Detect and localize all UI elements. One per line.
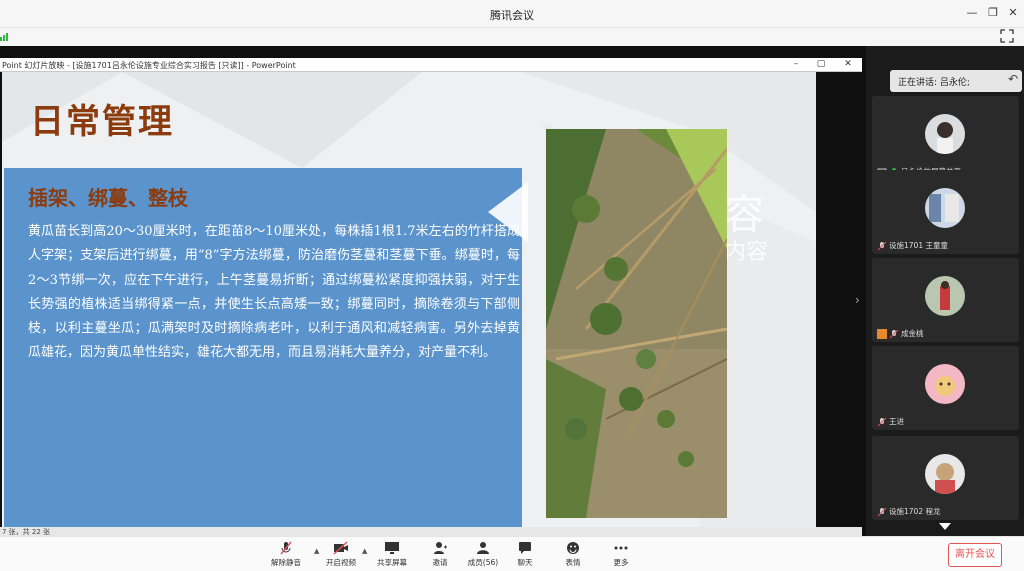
placeholder-text-small: 内容	[724, 240, 769, 265]
mic-off-icon	[877, 241, 887, 250]
more-button[interactable]: 更多	[608, 541, 634, 568]
more-icon	[614, 546, 628, 550]
ppt-minimize-icon[interactable]: –	[790, 58, 802, 71]
minimize-icon[interactable]: —	[964, 5, 980, 21]
video-off-icon	[333, 541, 348, 555]
cucumber-trellis-photo	[546, 129, 727, 518]
return-icon[interactable]: ↶	[1008, 72, 1018, 86]
mic-off-icon	[877, 417, 887, 426]
current-speaker-label: 正在讲话: 吕永伦;	[898, 78, 970, 88]
slide-body-text: 黄瓜苗长到高20～30厘米时，在距苗8～10厘米处，每株插1根1.7米左右的竹杆…	[28, 224, 520, 361]
participant-tile[interactable]: 王进	[872, 346, 1019, 430]
participant-name: 设施1701 王童童	[877, 240, 948, 251]
placeholder-text-large: 容	[724, 192, 764, 238]
user-avatar-icon	[877, 328, 887, 339]
avatar	[925, 188, 965, 228]
avatar	[925, 276, 965, 316]
powerpoint-window-bar: Point 幻灯片放映 - [设施1701吕永伦设施专业综合实习报告 [只读]]…	[0, 58, 862, 72]
meeting-info-bar	[0, 28, 1024, 46]
audio-options-caret[interactable]: ▲	[314, 547, 319, 555]
members-icon	[477, 542, 489, 554]
mic-off-icon	[877, 507, 887, 516]
ppt-restore-icon[interactable]: ▢	[815, 58, 827, 71]
share-screen-icon	[385, 542, 399, 554]
members-button[interactable]: 成员(56)	[464, 541, 502, 568]
slide-subheading: 插架、绑蔓、整枝	[28, 186, 188, 210]
mic-off-icon	[280, 541, 292, 555]
participant-tile[interactable]: 设施1702 程龙	[872, 436, 1019, 520]
shared-screen: Point 幻灯片放映 - [设施1701吕永伦设施专业综合实习报告 [只读]]…	[0, 46, 866, 536]
ppt-status-bar: 7 张，共 22 张	[0, 527, 862, 536]
slide: 日常管理 插架、绑蔓、整枝 黄瓜苗长到高20～30厘米时，在距苗8～10厘米处，…	[2, 72, 816, 527]
participant-name: 王进	[877, 416, 904, 427]
scroll-down-icon[interactable]	[939, 523, 951, 530]
meeting-toolbar: 解除静音 ▲ 开启视频 ▲ 共享屏幕 邀请 成员(56) 聊天 表情 更多 离开…	[0, 536, 1024, 571]
window-title: 腾讯会议	[490, 9, 534, 22]
participant-tile[interactable]: 吕永伦的屏幕共享	[872, 96, 1019, 180]
signal-icon	[0, 33, 8, 41]
leave-meeting-button[interactable]: 离开会议	[948, 543, 1002, 567]
participant-tile[interactable]: 设施1701 王童童	[872, 170, 1019, 254]
current-speaker-banner: 正在讲话: 吕永伦; ↶	[890, 70, 1022, 92]
mic-off-icon	[889, 329, 899, 338]
ppt-close-icon[interactable]: ✕	[842, 58, 854, 71]
powerpoint-title: Point 幻灯片放映 - [设施1701吕永伦设施专业综合实习报告 [只读]]…	[2, 61, 296, 70]
start-video-button[interactable]: 开启视频	[323, 541, 359, 568]
invite-icon	[434, 542, 447, 554]
participant-tile[interactable]: 成金桃	[872, 258, 1019, 342]
collapse-panel-icon[interactable]: ›	[855, 293, 860, 307]
close-icon[interactable]: ✕	[1005, 5, 1021, 21]
reactions-button[interactable]: 表情	[560, 541, 586, 568]
avatar	[925, 114, 965, 154]
participant-name: 成金桃	[877, 328, 924, 339]
avatar	[925, 364, 965, 404]
unmute-button[interactable]: 解除静音	[268, 541, 304, 568]
avatar	[925, 454, 965, 494]
slide-title: 日常管理	[30, 102, 174, 142]
emoji-icon	[567, 542, 579, 554]
invite-button[interactable]: 邀请	[426, 541, 454, 568]
title-bar: 腾讯会议 — ❐ ✕	[0, 0, 1024, 28]
fullscreen-icon[interactable]	[1000, 29, 1014, 43]
share-screen-button[interactable]: 共享屏幕	[373, 541, 411, 568]
video-options-caret[interactable]: ▲	[362, 547, 367, 555]
participant-name: 设施1702 程龙	[877, 506, 940, 517]
restore-icon[interactable]: ❐	[985, 5, 1001, 21]
chat-button[interactable]: 聊天	[512, 541, 538, 568]
chat-icon	[519, 542, 531, 554]
